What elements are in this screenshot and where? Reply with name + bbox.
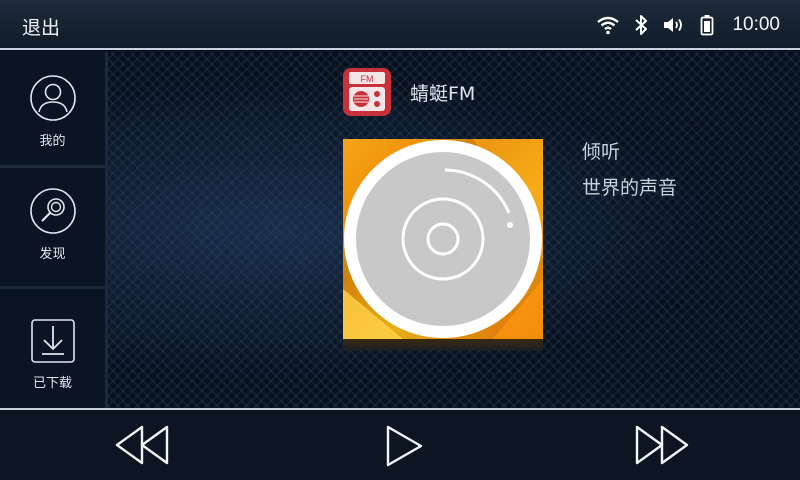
volume-icon <box>662 15 686 35</box>
next-icon[interactable] <box>634 424 690 470</box>
sidebar-item-label: 发现 <box>39 247 66 262</box>
wifi-icon <box>596 15 620 35</box>
album-cover[interactable] <box>343 139 543 339</box>
cover-shadow <box>343 339 543 351</box>
download-icon <box>30 318 76 368</box>
battery-icon <box>700 14 714 36</box>
status-icons: 10:00 <box>582 12 780 38</box>
app-title: 蜻蜓FM <box>410 83 476 105</box>
disc-icon <box>356 152 530 326</box>
play-icon[interactable] <box>385 424 425 472</box>
user-icon <box>29 74 77 126</box>
discover-icon <box>29 187 77 239</box>
exit-button[interactable]: 退出 <box>22 13 60 40</box>
status-bar: 退出 10:00 <box>0 0 800 50</box>
sidebar-item-discover[interactable]: 发现 <box>0 187 105 262</box>
slogan-line-2: 世界的声音 <box>582 177 678 199</box>
clock: 10:00 <box>732 14 780 35</box>
sidebar-item-label: 我的 <box>39 134 66 149</box>
divider <box>0 165 105 168</box>
bluetooth-icon <box>634 14 648 36</box>
slogan-line-1: 倾听 <box>582 141 621 163</box>
divider <box>0 286 105 289</box>
previous-icon[interactable] <box>114 424 170 470</box>
fm-app-icon: FM <box>343 68 391 116</box>
fm-icon-text: FM <box>361 74 374 84</box>
sidebar-item-mine[interactable]: 我的 <box>0 74 105 149</box>
sidebar: 我的 发现 已下载 <box>0 52 108 408</box>
sidebar-item-label: 已下载 <box>32 376 72 391</box>
sidebar-item-downloaded[interactable]: 已下载 <box>0 318 105 391</box>
playback-bar <box>0 408 800 480</box>
